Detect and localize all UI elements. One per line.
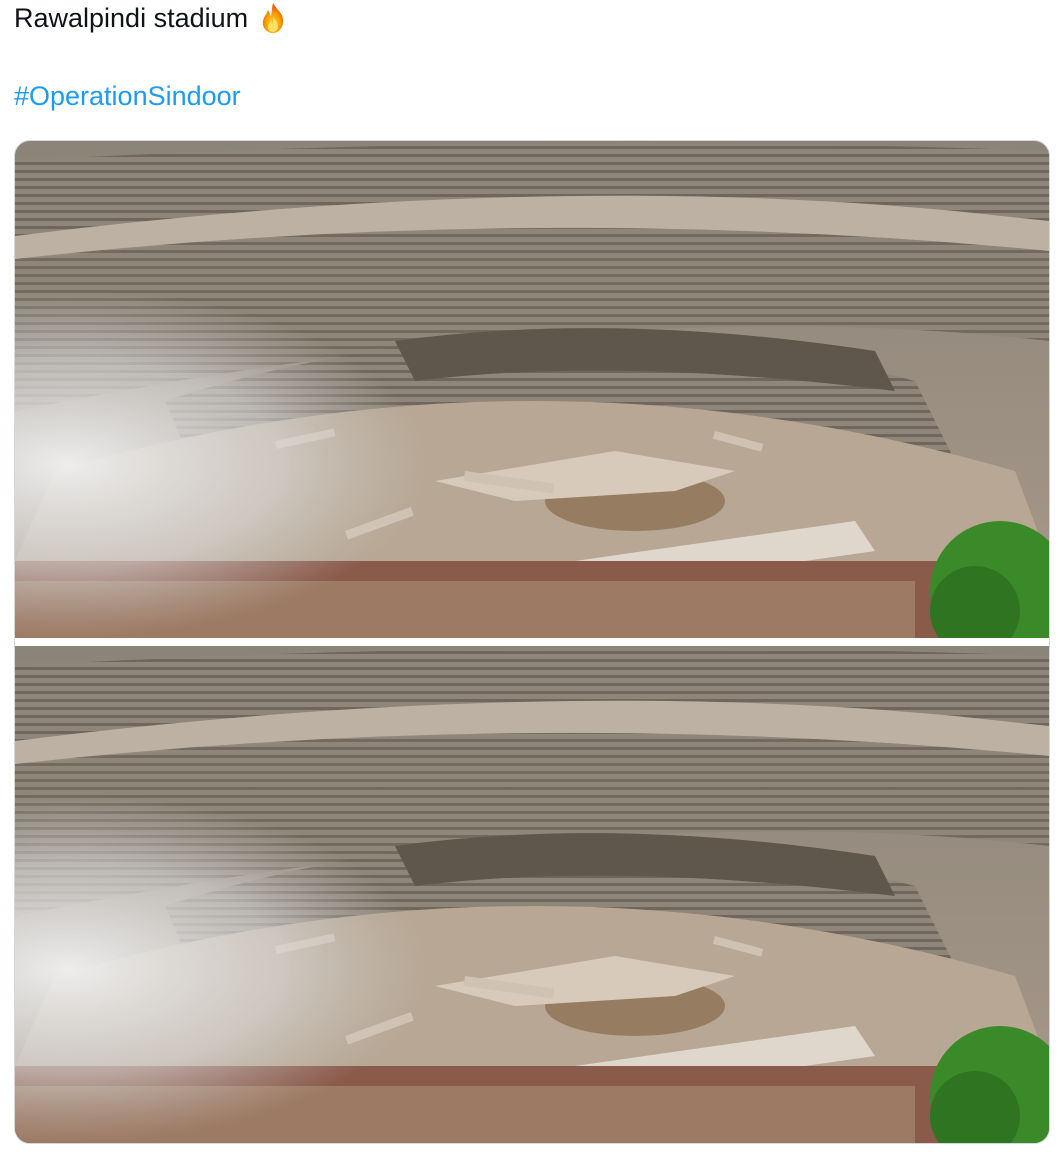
media-divider: [15, 638, 1049, 646]
post-text-line: Rawalpindi stadium: [14, 0, 290, 36]
post-hashtag-line: #OperationSindoor: [14, 78, 290, 114]
photo-1[interactable]: [15, 141, 1049, 638]
fire-icon: [256, 1, 290, 35]
post-text: Rawalpindi stadium #OperationSindoor: [14, 0, 290, 114]
stadium-photo-graphic: [15, 646, 1049, 1143]
media-card[interactable]: [14, 140, 1050, 1144]
hashtag-link[interactable]: #OperationSindoor: [14, 78, 241, 114]
post-caption: Rawalpindi stadium: [14, 3, 249, 33]
photo-2[interactable]: [15, 646, 1049, 1143]
stadium-photo-graphic: [15, 141, 1049, 638]
